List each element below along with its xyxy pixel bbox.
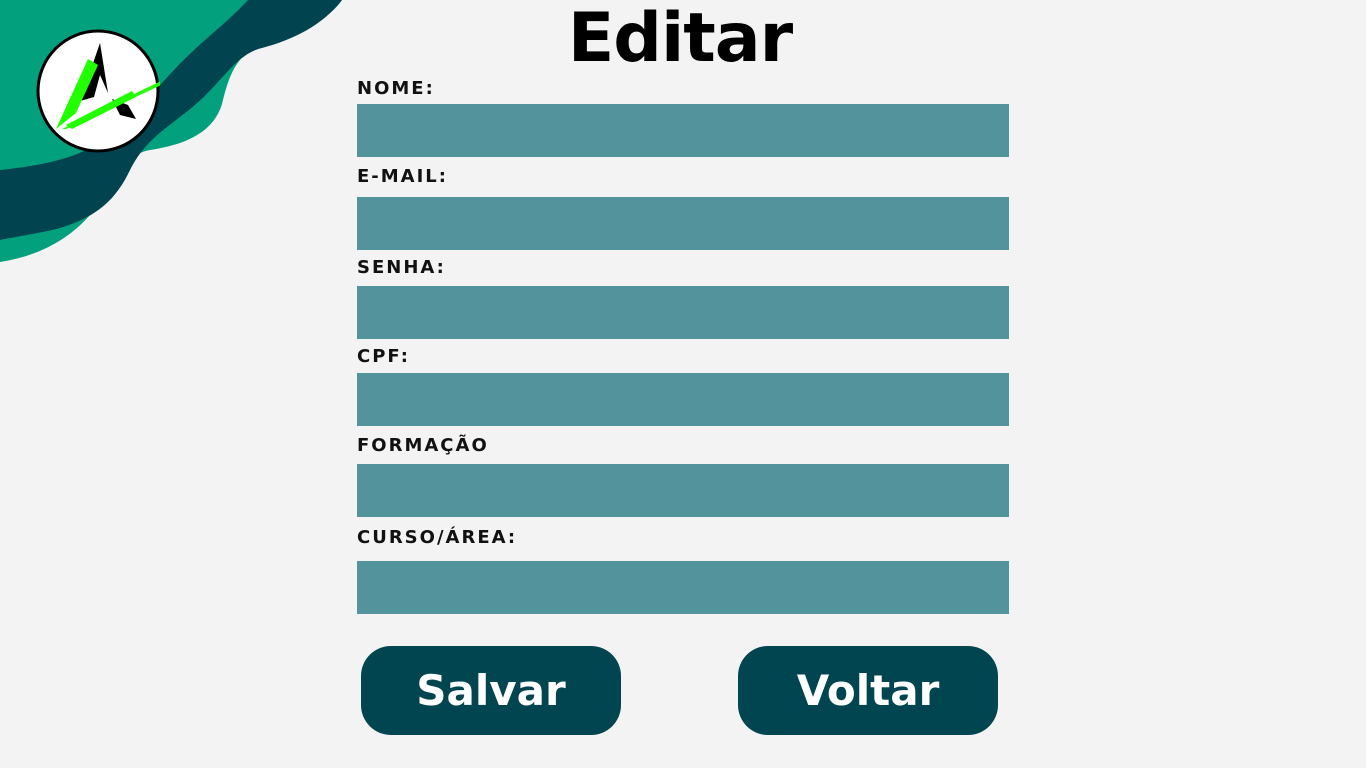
cpf-label: CPF: — [357, 346, 410, 367]
brand-logo-icon — [36, 29, 160, 153]
name-input[interactable] — [357, 104, 1009, 157]
edit-page: Editar NOME: E-MAIL: SENHA: CPF: FORMAÇÃ… — [0, 0, 1366, 768]
course-area-input[interactable] — [357, 561, 1009, 614]
education-input[interactable] — [357, 464, 1009, 517]
email-input[interactable] — [357, 197, 1009, 250]
save-button[interactable]: Salvar — [361, 646, 621, 735]
password-input[interactable] — [357, 286, 1009, 339]
course-area-label: CURSO/ÁREA: — [357, 527, 518, 548]
page-title: Editar — [567, 0, 793, 78]
name-label: NOME: — [357, 78, 435, 99]
back-button[interactable]: Voltar — [738, 646, 998, 735]
education-label: FORMAÇÃO — [357, 435, 489, 456]
cpf-input[interactable] — [357, 373, 1009, 426]
password-label: SENHA: — [357, 257, 446, 278]
email-label: E-MAIL: — [357, 166, 448, 187]
